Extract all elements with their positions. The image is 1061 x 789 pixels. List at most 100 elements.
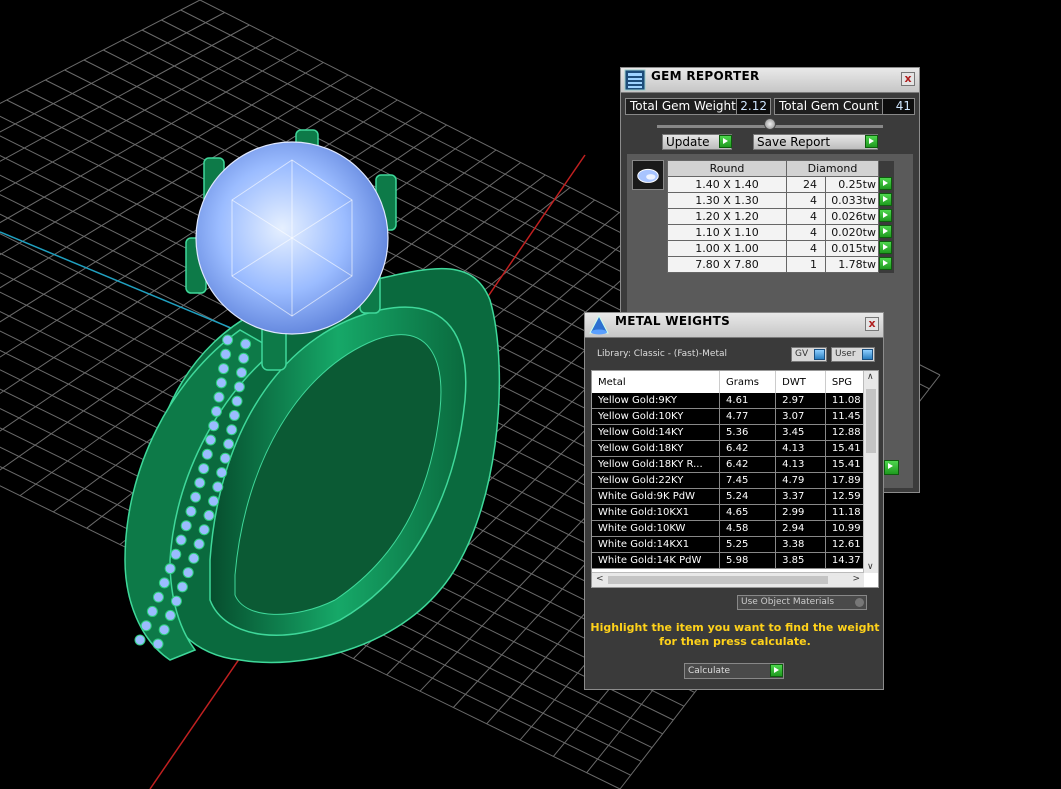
gem-reporter-hidden-go-icon[interactable] [884,460,899,475]
metal-row[interactable]: White Gold:10KW 4.58 2.94 10.99 [592,520,878,537]
pave-stone [134,634,146,646]
metal-row[interactable]: Yellow Gold:22KY 7.45 4.79 17.89 [592,472,878,489]
gem-row-go-icon[interactable] [879,240,892,254]
column-header-metal[interactable]: Metal [592,371,721,393]
gv-toggle[interactable]: GV [791,347,827,362]
gem-row-go-icon[interactable] [879,224,892,238]
gem-reporter-titlebar[interactable]: GEM REPORTER x [621,68,919,93]
pave-stone [215,377,227,389]
user-toggle[interactable]: User [831,347,875,362]
metal-dwt-cell: 3.07 [775,408,826,425]
pave-stone [182,567,194,579]
metal-grams-cell: 4.77 [719,408,777,425]
grid-line [0,0,201,105]
use-object-materials-radio-icon[interactable] [855,598,864,607]
use-object-materials-toggle[interactable]: Use Object Materials [737,595,867,610]
gem-weight-cell: 0.033tw [825,192,879,209]
column-header-grams[interactable]: Grams [719,371,777,393]
update-button[interactable]: Update [662,134,732,150]
metal-dwt-cell: 3.38 [775,536,826,553]
gv-toggle-indicator-icon [814,349,825,360]
metal-weights-titlebar[interactable]: METAL WEIGHTS x [585,313,883,338]
metal-row[interactable]: White Gold:14K PdW 5.98 3.85 14.37 [592,552,878,569]
metal-list[interactable]: Metal Grams DWT SPG Yellow Gold:9KY 4.61 2… [591,370,879,588]
gv-toggle-label: GV [795,349,809,359]
round-gem-thumbnail-icon[interactable] [632,160,664,190]
scroll-right-icon[interactable]: > [852,574,860,584]
metal-weights-icon [589,314,609,335]
column-header-round: Round [667,160,787,177]
user-toggle-indicator-icon [862,349,873,360]
metal-weights-close-button[interactable]: x [865,317,879,331]
metal-name-cell: White Gold:14KX1 [592,536,721,553]
calculate-go-icon[interactable] [770,664,783,677]
gem-row[interactable]: 1.10 X 1.10 4 0.020tw [667,224,894,241]
gem-table: Round Diamond 1.40 X 1.40 24 0.25tw 1.30 X … [667,160,894,273]
metal-row[interactable]: Yellow Gold:18KY 6.42 4.13 15.41 [592,440,878,457]
scroll-down-icon[interactable]: ∨ [867,562,874,572]
metal-name-cell: Yellow Gold:10KY [592,408,721,425]
instruction-line-2: for then press calculate. [659,635,811,648]
gem-reporter-close-button[interactable]: x [901,72,915,86]
metal-row[interactable]: Yellow Gold:18KY R... 6.42 4.13 15.41 [592,456,878,473]
update-go-icon[interactable] [719,135,732,148]
pave-stone [170,548,182,560]
scroll-left-icon[interactable]: < [596,574,604,584]
gem-size-cell: 1.30 X 1.30 [667,192,787,209]
gem-count-cell: 4 [786,224,826,241]
vertical-scroll-thumb[interactable] [866,389,876,453]
gem-row-go-cell [878,208,894,225]
metal-dwt-cell: 2.94 [775,520,826,537]
pave-stone [193,538,205,550]
update-label: Update [666,135,710,149]
metal-weights-title: METAL WEIGHTS [615,314,731,328]
gem-row[interactable]: 7.80 X 7.80 1 1.78tw [667,256,894,273]
gem-row-go-icon[interactable] [879,208,892,222]
metal-name-cell: White Gold:10KX1 [592,504,721,521]
gem-slider-knob[interactable] [764,118,776,130]
pave-stone [170,595,182,607]
metal-grams-cell: 4.58 [719,520,777,537]
pave-stone [220,348,232,360]
metal-row[interactable]: White Gold:10KX1 4.65 2.99 11.18 [592,504,878,521]
metal-list-horizontal-scrollbar[interactable]: < > [592,572,864,587]
save-report-button[interactable]: Save Report [753,134,878,150]
pave-stone [233,381,245,393]
gem-weight-cell: 1.78tw [825,256,879,273]
metal-row[interactable]: Yellow Gold:14KY 5.36 3.45 12.88 [592,424,878,441]
metal-name-cell: White Gold:10KW [592,520,721,537]
metal-list-vertical-scrollbar[interactable]: ∧ ∨ [863,371,878,573]
gem-row-go-icon[interactable] [879,176,892,190]
gem-count-cell: 1 [786,256,826,273]
metal-row[interactable]: White Gold:9K PdW 5.24 3.37 12.59 [592,488,878,505]
metal-row[interactable]: Yellow Gold:9KY 4.61 2.97 11.08 [592,393,878,409]
gem-reporter-title: GEM REPORTER [651,69,760,83]
gem-row[interactable]: 1.20 X 1.20 4 0.026tw [667,208,894,225]
gem-row-go-icon[interactable] [879,192,892,206]
metal-name-cell: Yellow Gold:9KY [592,393,721,409]
pave-stone [201,448,213,460]
metal-name-cell: White Gold:9K PdW [592,488,721,505]
pave-stone [208,495,220,507]
gem-row-go-cell [878,176,894,193]
pave-stone [236,367,248,379]
pave-stone [222,334,234,346]
total-gem-weight-value: 2.12 [736,99,770,114]
save-report-go-icon[interactable] [865,135,878,148]
horizontal-scroll-thumb[interactable] [608,576,828,584]
column-header-dwt[interactable]: DWT [775,371,826,393]
metal-dwt-cell: 2.99 [775,504,826,521]
metal-row[interactable]: White Gold:14KX1 5.25 3.38 12.61 [592,536,878,553]
ring-model[interactable] [124,129,501,664]
metal-dwt-cell: 3.85 [775,552,826,569]
gem-row-go-icon[interactable] [879,256,892,270]
calculate-button[interactable]: Calculate [684,663,784,679]
metal-grams-cell: 6.42 [719,440,777,457]
gem-row[interactable]: 1.00 X 1.00 4 0.015tw [667,240,894,257]
metal-row[interactable]: Yellow Gold:10KY 4.77 3.07 11.45 [592,408,878,425]
pave-stone [228,409,240,421]
gem-row[interactable]: 1.30 X 1.30 4 0.033tw [667,192,894,209]
total-gem-weight-field: Total Gem Weight 2.12 [625,98,771,115]
gem-row[interactable]: 1.40 X 1.40 24 0.25tw [667,176,894,193]
scroll-up-icon[interactable]: ∧ [867,372,874,382]
